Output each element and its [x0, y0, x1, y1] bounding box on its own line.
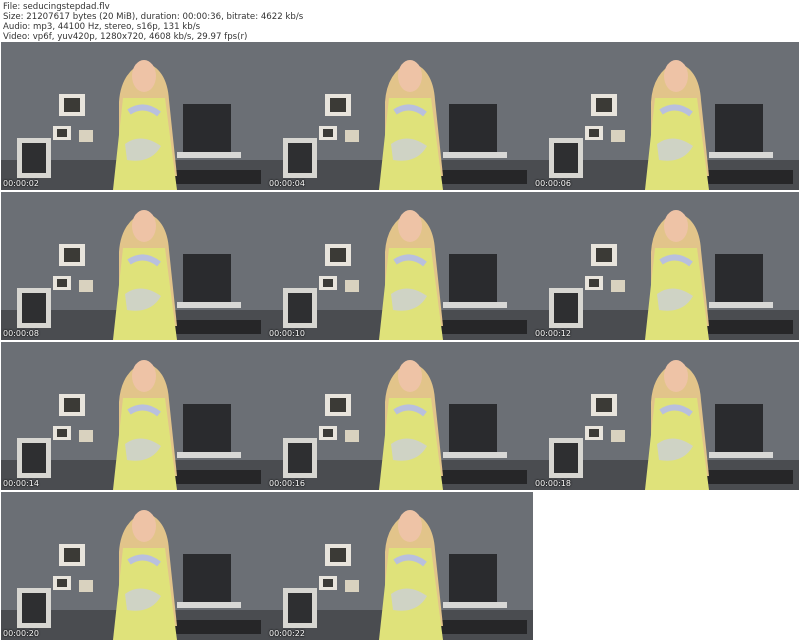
frame-timestamp: 00:00:16 — [269, 479, 305, 488]
thumbnail-frame[interactable]: 00:00:14 — [1, 342, 267, 490]
frame-image — [267, 342, 533, 490]
thumbnail-frame[interactable]: 00:00:12 — [533, 192, 799, 340]
frame-image — [267, 192, 533, 340]
frame-image — [533, 42, 799, 190]
frame-image — [1, 42, 267, 190]
thumbnail-frame[interactable]: 00:00:04 — [267, 42, 533, 190]
frame-image — [1, 492, 267, 640]
frame-timestamp: 00:00:14 — [3, 479, 39, 488]
frame-timestamp: 00:00:18 — [535, 479, 571, 488]
thumbnail-frame[interactable]: 00:00:20 — [1, 492, 267, 640]
frame-image — [267, 492, 533, 640]
frame-timestamp: 00:00:02 — [3, 179, 39, 188]
video-info: Video: vp6f, yuv420p, 1280x720, 4608 kb/… — [3, 32, 248, 42]
thumbnail-frame[interactable]: 00:00:18 — [533, 342, 799, 490]
audio-info: Audio: mp3, 44100 Hz, stereo, s16p, 131 … — [3, 22, 201, 32]
frame-image — [533, 342, 799, 490]
file-name: File: seducingstepdad.flv — [3, 2, 110, 12]
file-size-info: Size: 21207617 bytes (20 MiB), duration:… — [3, 12, 304, 22]
frame-timestamp: 00:00:06 — [535, 179, 571, 188]
frame-timestamp: 00:00:20 — [3, 629, 39, 638]
frame-timestamp: 00:00:22 — [269, 629, 305, 638]
frame-image — [1, 192, 267, 340]
thumbnail-frame[interactable]: 00:00:06 — [533, 42, 799, 190]
frame-timestamp: 00:00:12 — [535, 329, 571, 338]
frame-image — [1, 342, 267, 490]
frame-timestamp: 00:00:10 — [269, 329, 305, 338]
frame-image — [533, 192, 799, 340]
thumbnail-frame[interactable]: 00:00:22 — [267, 492, 533, 640]
thumbnail-frame[interactable]: 00:00:16 — [267, 342, 533, 490]
thumbnail-frame[interactable]: 00:00:10 — [267, 192, 533, 340]
thumbnail-frame[interactable]: 00:00:02 — [1, 42, 267, 190]
frame-timestamp: 00:00:04 — [269, 179, 305, 188]
thumbnail-frame[interactable]: 00:00:08 — [1, 192, 267, 340]
frame-image — [267, 42, 533, 190]
file-info-header: File: seducingstepdad.flv Size: 21207617… — [3, 2, 303, 42]
frame-timestamp: 00:00:08 — [3, 329, 39, 338]
